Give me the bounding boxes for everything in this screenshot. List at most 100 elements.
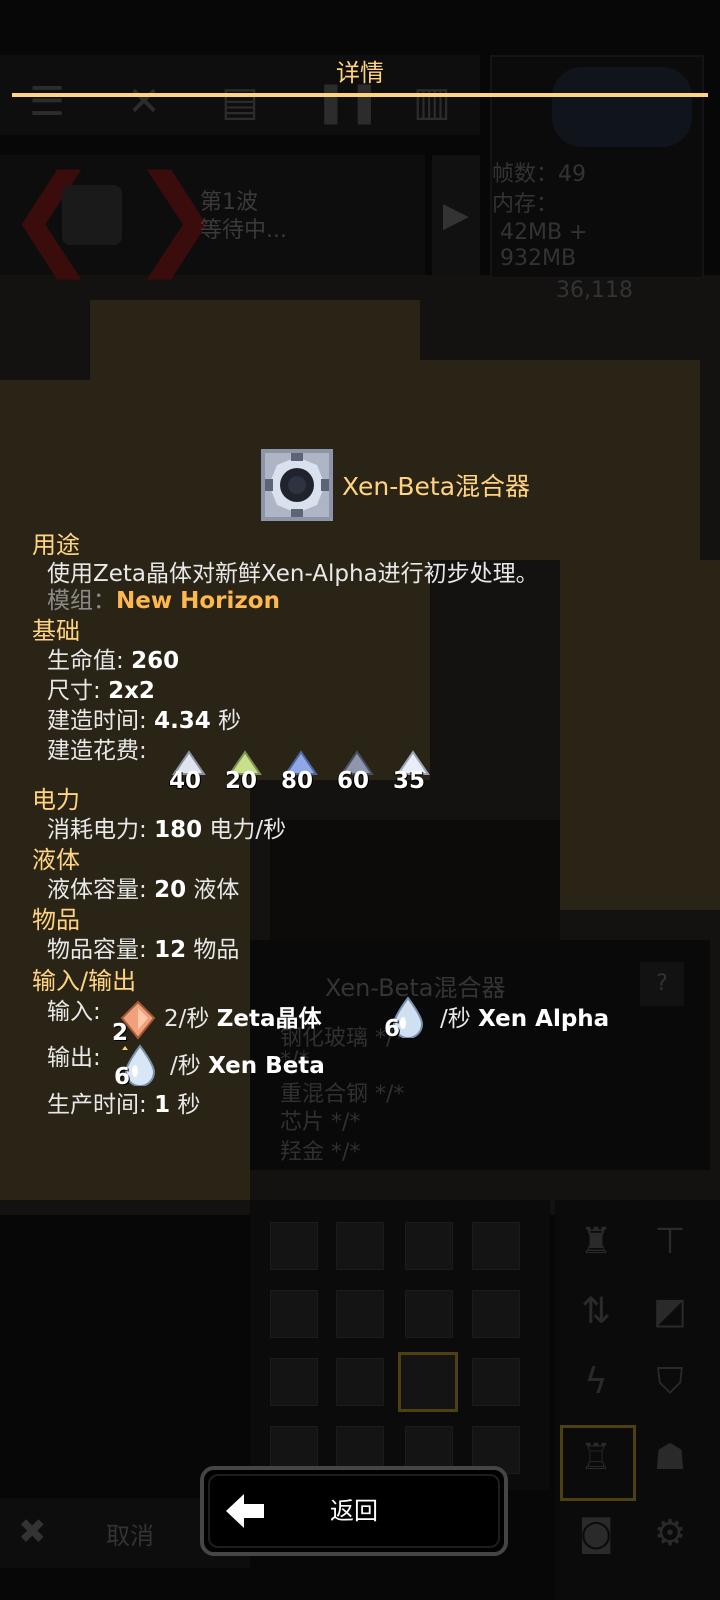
cost-amount: 80 — [281, 768, 314, 794]
distribution-category-icon[interactable]: ⇅ — [574, 1290, 618, 1334]
output-name: Xen Beta — [208, 1053, 325, 1079]
cost-label: 建造花费: — [47, 738, 147, 764]
craft-time-label: 生产时间: — [47, 1092, 147, 1118]
output-rate: /秒 — [170, 1053, 201, 1079]
memory-label: 内存： — [492, 192, 559, 217]
buildtime-value: 4.34 — [154, 708, 211, 734]
liquid-row: 液体容量: 20 液体 — [47, 875, 239, 905]
size-label: 尺寸: — [47, 678, 101, 704]
defense-category-icon[interactable]: ⛉ — [648, 1360, 692, 1404]
info-line: 羟金 */* — [280, 1140, 361, 1165]
power-header: 电力 — [32, 786, 80, 814]
coords-label: 36,118 — [556, 278, 633, 303]
memory-value-1: 42MB + — [500, 220, 588, 245]
items-header: 物品 — [32, 906, 80, 934]
input-item: 2 — [112, 1000, 158, 1046]
crafting-category-icon[interactable]: ♖ — [574, 1436, 618, 1480]
power-category-icon[interactable]: ϟ — [574, 1360, 618, 1404]
craft-time-unit: 秒 — [177, 1092, 201, 1118]
cost-item: 60 — [334, 748, 380, 798]
cost-item: 35 — [390, 748, 436, 798]
block-slot[interactable] — [270, 1290, 318, 1338]
wave-unit-icon — [62, 185, 122, 245]
input-amount: 2 — [112, 1020, 129, 1046]
terrain-sand — [420, 360, 700, 560]
units-category-icon[interactable]: ☗ — [648, 1436, 692, 1480]
production-category-icon[interactable]: ⊤ — [648, 1220, 692, 1264]
block-slot[interactable] — [472, 1290, 520, 1338]
cost-item: 80 — [278, 748, 324, 798]
cost-item: 40 — [166, 748, 212, 798]
input-rate-row: /秒 Xen Alpha — [440, 1004, 609, 1034]
base-header: 基础 — [32, 617, 80, 645]
block-slot[interactable] — [405, 1222, 453, 1270]
input-item: 6 — [384, 996, 430, 1042]
cancel-label[interactable]: 取消 — [106, 1516, 154, 1551]
size-row: 尺寸: 2x2 — [47, 676, 155, 706]
block-slot[interactable] — [472, 1222, 520, 1270]
block-slot[interactable] — [270, 1222, 318, 1270]
io-header: 输入/输出 — [32, 967, 137, 995]
output-rate-row: /秒 Xen Beta — [170, 1051, 325, 1081]
buildtime-unit: 秒 — [218, 708, 242, 734]
liquid-cap-label: 液体容量: — [47, 877, 147, 903]
input-name: Zeta晶体 — [216, 1006, 322, 1032]
liquid-cap-unit: 液体 — [193, 877, 240, 903]
craft-time-value: 1 — [154, 1092, 171, 1118]
terrain-sand — [560, 560, 720, 910]
cancel-x-icon[interactable]: ✖ — [18, 1512, 47, 1552]
logic-category-icon[interactable]: ◙ — [574, 1512, 618, 1556]
back-button[interactable]: 返回 — [200, 1466, 508, 1556]
output-label: 输出: — [47, 1045, 101, 1071]
liquid-header: 液体 — [32, 846, 80, 874]
memory-value-2: 932MB — [500, 246, 577, 271]
buildtime-label: 建造时间: — [47, 708, 147, 734]
block-name: Xen-Beta混合器 — [342, 472, 531, 501]
game-background: ☰ ✕ ▤ ❚❚ ▥ ❮ ❯ 第1波 等待中... ▶ 帧数：49 内存： 42… — [0, 0, 720, 1600]
input-name: Xen Alpha — [478, 1006, 610, 1032]
cost-amount: 20 — [225, 768, 258, 794]
terrain-rock — [270, 820, 560, 940]
input-rate-row: 2/秒 Zeta晶体 — [164, 1004, 322, 1034]
block-slot-selected[interactable] — [398, 1352, 458, 1412]
block-slot[interactable] — [336, 1290, 384, 1338]
mod-name: New Horizon — [116, 588, 280, 614]
effect-category-icon[interactable]: ⚙ — [648, 1512, 692, 1556]
fps-label: 帧数：49 — [492, 162, 586, 187]
input-amount: 6 — [384, 1016, 401, 1042]
item-cap-label: 物品容量: — [47, 937, 147, 963]
wave-status: 等待中... — [200, 218, 287, 243]
info-help-button[interactable]: ? — [640, 962, 684, 1006]
input-rate: 2/秒 — [164, 1006, 210, 1032]
xen-beta-mixer-icon — [261, 449, 333, 521]
skip-wave-button[interactable]: ▶ — [432, 155, 480, 275]
liquid-category-icon[interactable]: ◩ — [648, 1290, 692, 1334]
wave-title: 第1波 — [200, 190, 258, 215]
input-rate: /秒 — [440, 1006, 471, 1032]
cost-item: 20 — [222, 748, 268, 798]
health-value: 260 — [131, 648, 180, 674]
turret-category-icon[interactable]: ♜ — [574, 1220, 618, 1264]
output-item: 6 — [114, 1044, 160, 1090]
power-use-unit: 电力/秒 — [209, 817, 287, 843]
item-cap-value: 12 — [154, 937, 187, 963]
dialog-title: 详情 — [336, 59, 384, 87]
health-label: 生命值: — [47, 648, 124, 674]
item-cap-unit: 物品 — [193, 937, 240, 963]
buildtime-row: 建造时间: 4.34 秒 — [47, 706, 241, 736]
power-use-label: 消耗电力: — [47, 817, 147, 843]
cost-amount: 60 — [337, 768, 370, 794]
cost-amount: 40 — [169, 768, 202, 794]
title-divider — [12, 93, 708, 97]
back-label: 返回 — [330, 1497, 378, 1525]
mod-label: 模组： — [47, 588, 116, 614]
block-slot[interactable] — [405, 1290, 453, 1338]
items-row: 物品容量: 12 物品 — [47, 935, 239, 965]
power-use-value: 180 — [154, 817, 203, 843]
block-slot[interactable] — [336, 1358, 384, 1406]
block-slot[interactable] — [472, 1358, 520, 1406]
power-row: 消耗电力: 180 电力/秒 — [47, 815, 286, 845]
block-slot[interactable] — [336, 1222, 384, 1270]
block-slot[interactable] — [270, 1358, 318, 1406]
output-amount: 6 — [114, 1064, 131, 1090]
